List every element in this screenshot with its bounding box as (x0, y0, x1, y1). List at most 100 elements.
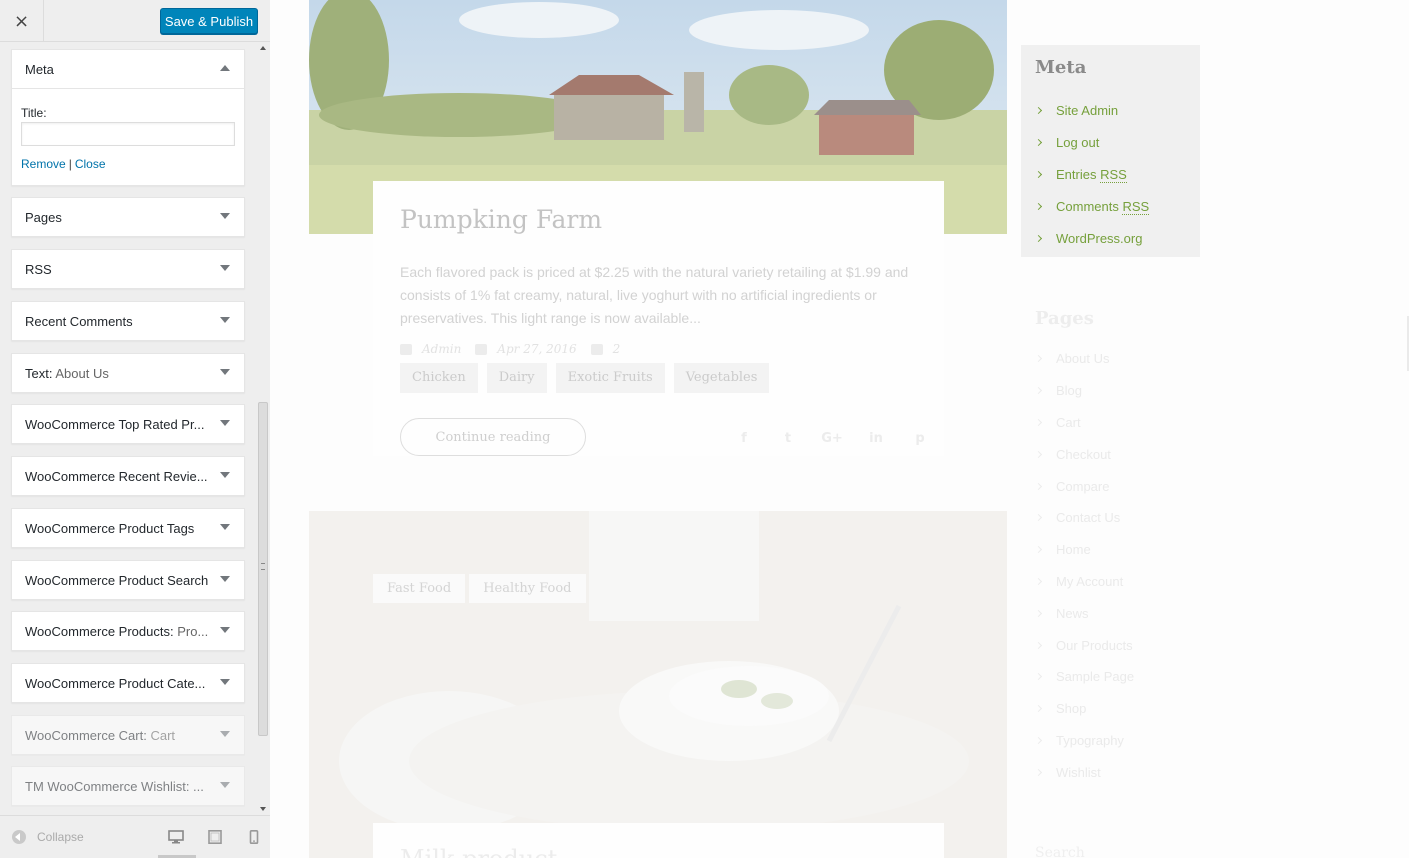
widget-woo-product-tags[interactable]: WooCommerce Product Tags (11, 508, 245, 548)
expand-arrow-icon[interactable] (220, 524, 230, 530)
continue-reading-button[interactable]: Continue reading (400, 418, 586, 456)
twitter-icon[interactable]: t (777, 431, 799, 447)
expand-arrow-icon[interactable] (220, 265, 230, 271)
sidebar-scrollbar[interactable] (256, 42, 270, 815)
scrollbar-thumb[interactable] (258, 402, 268, 736)
post-featured-image-dairy[interactable] (309, 511, 1007, 858)
list-item[interactable]: Log out (1034, 127, 1149, 159)
scroll-up-icon[interactable] (260, 46, 266, 50)
title-field[interactable] (21, 122, 235, 146)
page-link[interactable]: Home (1056, 542, 1091, 557)
post-title[interactable]: Pumpking Farm (400, 205, 602, 234)
expand-arrow-icon[interactable] (220, 576, 230, 582)
widget-title: WooCommerce Cart: (25, 727, 147, 743)
page-link[interactable]: Shop (1056, 701, 1086, 716)
expand-arrow-icon[interactable] (220, 627, 230, 633)
collapse-arrow-icon[interactable] (220, 65, 230, 71)
widget-woo-top-rated[interactable]: WooCommerce Top Rated Pr... (11, 404, 245, 444)
tag-dairy[interactable]: Dairy (486, 363, 547, 393)
page-link[interactable]: About Us (1056, 351, 1109, 366)
list-item[interactable]: WordPress.org (1034, 222, 1149, 254)
page-link[interactable]: Contact Us (1056, 510, 1120, 525)
pinterest-icon[interactable]: p (909, 431, 931, 447)
facebook-icon[interactable]: f (733, 431, 755, 447)
scroll-down-icon[interactable] (260, 807, 266, 811)
widget-pages[interactable]: Pages (11, 197, 245, 237)
expand-arrow-icon[interactable] (220, 317, 230, 323)
tag-exotic-fruits[interactable]: Exotic Fruits (555, 363, 665, 393)
widget-rss[interactable]: RSS (11, 249, 245, 289)
wordpress-org-link[interactable]: WordPress.org (1056, 231, 1142, 246)
widget-tm-wishlist[interactable]: TM WooCommerce Wishlist: ... (11, 766, 245, 806)
expand-arrow-icon[interactable] (220, 213, 230, 219)
linkedin-icon[interactable]: in (865, 431, 887, 447)
widget-woo-recent-reviews[interactable]: WooCommerce Recent Revie... (11, 456, 245, 496)
list-item[interactable]: About Us (1034, 343, 1134, 375)
widget-woo-product-search[interactable]: WooCommerce Product Search (11, 560, 245, 600)
page-link[interactable]: Our Products (1056, 638, 1133, 653)
expand-arrow-icon[interactable] (220, 782, 230, 788)
tag-vegetables[interactable]: Vegetables (673, 363, 770, 393)
post-comments[interactable]: 2 (590, 342, 620, 356)
list-item[interactable]: Typography (1034, 725, 1134, 757)
entries-rss-link[interactable]: Entries RSS (1056, 166, 1127, 183)
page-link[interactable]: Sample Page (1056, 669, 1134, 684)
list-item[interactable]: Site Admin (1034, 95, 1149, 127)
list-item[interactable]: Compare (1034, 470, 1134, 502)
mobile-icon[interactable] (246, 830, 262, 844)
site-admin-link[interactable]: Site Admin (1056, 103, 1118, 118)
tag-fast-food[interactable]: Fast Food (373, 574, 466, 603)
list-item[interactable]: Home (1034, 534, 1134, 566)
comments-rss-link[interactable]: Comments RSS (1056, 198, 1150, 215)
post-title[interactable]: Milk product (400, 845, 560, 858)
page-link[interactable]: Compare (1056, 479, 1109, 494)
list-item[interactable]: Entries RSS (1034, 159, 1149, 191)
remove-link[interactable]: Remove (21, 157, 66, 171)
list-item[interactable]: Contact Us (1034, 502, 1134, 534)
tablet-icon[interactable] (207, 830, 223, 844)
list-item[interactable]: Sample Page (1034, 661, 1134, 693)
page-link[interactable]: Checkout (1056, 447, 1111, 462)
widget-subtitle: About Us (55, 365, 109, 381)
widget-woo-products[interactable]: WooCommerce Products: Pro... (11, 611, 245, 651)
page-link[interactable]: News (1056, 606, 1089, 621)
widget-recent-comments[interactable]: Recent Comments (11, 301, 245, 341)
log-out-link[interactable]: Log out (1056, 135, 1099, 150)
page-link[interactable]: Cart (1056, 415, 1081, 430)
close-link[interactable]: Close (75, 157, 106, 171)
save-publish-button[interactable]: Save & Publish (160, 8, 258, 34)
widget-woo-cart[interactable]: WooCommerce Cart: Cart (11, 715, 245, 755)
widget-title: WooCommerce Product Cate... (25, 675, 206, 691)
page-link[interactable]: Wishlist (1056, 765, 1101, 780)
list-item[interactable]: My Account (1034, 566, 1134, 598)
post-author[interactable]: Admin (400, 342, 461, 356)
list-item[interactable]: Wishlist (1034, 756, 1134, 788)
list-item[interactable]: Shop (1034, 693, 1134, 725)
list-item[interactable]: Cart (1034, 407, 1134, 439)
list-item[interactable]: News (1034, 597, 1134, 629)
widget-header-meta[interactable]: Meta (12, 50, 244, 88)
google-plus-icon[interactable]: G+ (821, 431, 843, 447)
collapse-sidebar-button[interactable]: Collapse (12, 830, 84, 844)
list-item[interactable]: Checkout (1034, 438, 1134, 470)
list-item[interactable]: Blog (1034, 375, 1134, 407)
expand-arrow-icon[interactable] (220, 731, 230, 737)
expand-arrow-icon[interactable] (220, 369, 230, 375)
close-customizer-button[interactable]: × (0, 0, 44, 42)
widget-text-about-us[interactable]: Text: About Us (11, 353, 245, 393)
post-date[interactable]: Apr 27, 2016 (475, 342, 577, 356)
list-item[interactable]: Our Products (1034, 629, 1134, 661)
page-link[interactable]: Blog (1056, 383, 1082, 398)
tag-healthy-food[interactable]: Healthy Food (469, 574, 586, 603)
widget-woo-product-categories[interactable]: WooCommerce Product Cate... (11, 663, 245, 703)
list-item[interactable]: Comments RSS (1034, 190, 1150, 222)
expand-arrow-icon[interactable] (220, 420, 230, 426)
desktop-icon[interactable] (168, 830, 184, 844)
page-link[interactable]: Typography (1056, 733, 1124, 748)
page-link[interactable]: My Account (1056, 574, 1123, 589)
post-tags: Chicken Dairy Exotic Fruits Vegetables (400, 363, 770, 393)
chevron-right-icon (1034, 577, 1043, 586)
tag-chicken[interactable]: Chicken (400, 363, 478, 393)
expand-arrow-icon[interactable] (220, 679, 230, 685)
expand-arrow-icon[interactable] (220, 472, 230, 478)
